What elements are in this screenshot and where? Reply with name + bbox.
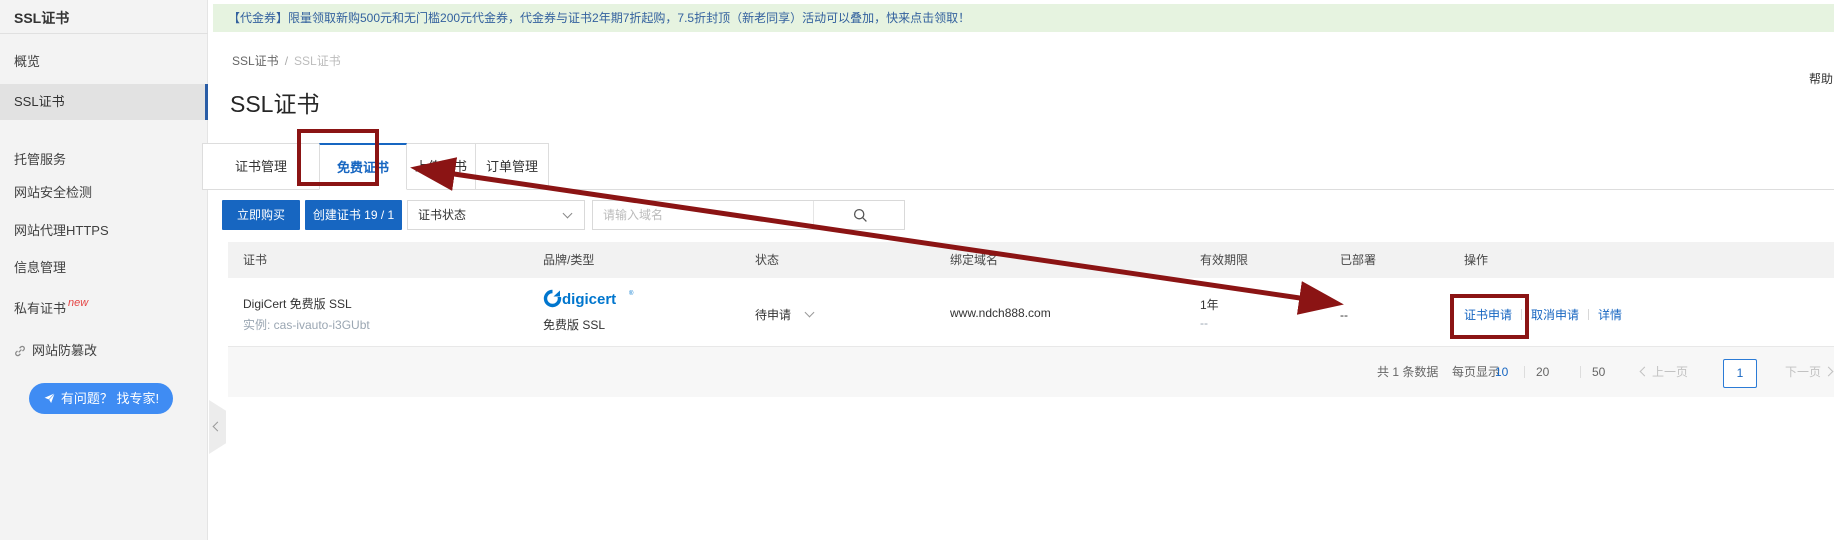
create-certificate-button[interactable]: 创建证书 19 / 1 (305, 200, 402, 230)
sidebar-item-proxy-https[interactable]: 网站代理HTTPS (0, 216, 208, 246)
sidebar-item-label: SSL证书 (14, 94, 65, 109)
col-bound-domain: 绑定域名 (950, 242, 998, 278)
row-actions: 证书申请 取消申请 详情 (1464, 306, 1622, 324)
search-button[interactable] (814, 201, 905, 229)
tab-cert-management[interactable]: 证书管理 (202, 143, 320, 190)
action-separator (1521, 309, 1522, 320)
validity-sub: -- (1200, 316, 1208, 330)
help-link[interactable]: 帮助 (1809, 70, 1833, 87)
sidebar-item-label: 网站防篡改 (32, 343, 97, 358)
new-badge: new (68, 297, 88, 309)
prev-page-label: 上一页 (1652, 365, 1688, 379)
status-value: 待申请 (755, 306, 791, 323)
apply-certificate-link[interactable]: 证书申请 (1464, 308, 1512, 322)
promo-banner[interactable]: 【代金券】限量领取新购500元和无门槛200元代金券，代金券与证书2年期7折起购… (213, 4, 1834, 32)
chevron-right-icon (1824, 367, 1834, 377)
svg-text:digicert: digicert (562, 291, 616, 308)
status-chevron-down-icon[interactable] (805, 308, 815, 318)
next-page-button[interactable]: 下一页 (1785, 347, 1832, 397)
digicert-logo: digicert ® (543, 288, 635, 314)
action-separator (1588, 309, 1589, 320)
svg-text:®: ® (629, 290, 634, 297)
certificate-name: DigiCert 免费版 SSL (243, 295, 352, 312)
page-size-10[interactable]: 10 (1495, 347, 1508, 397)
page-size-20[interactable]: 20 (1536, 347, 1549, 397)
pagination-bar: 共 1 条数据 每页显示 10 20 50 上一页 下一页 (228, 347, 1834, 397)
link-icon (14, 338, 26, 368)
sidebar-divider (0, 33, 208, 34)
certificate-instance-id: 实例: cas-ivauto-i3GUbt (243, 316, 370, 333)
cancel-application-link[interactable]: 取消申请 (1531, 308, 1579, 322)
chevron-left-icon (1640, 367, 1650, 377)
buy-now-button[interactable]: 立即购买 (222, 200, 300, 230)
sidebar-item-label: 概览 (14, 54, 40, 69)
table-header: 证书 品牌/类型 状态 绑定域名 有效期限 已部署 操作 (228, 242, 1834, 278)
selected-indicator-bar (205, 84, 208, 120)
page-title: SSL证书 (230, 85, 319, 119)
sidebar-item-label: 网站代理HTTPS (14, 223, 109, 238)
col-certificate: 证书 (243, 242, 267, 278)
tab-bar: 证书管理 免费证书 上传证书 订单管理 (202, 143, 549, 190)
per-page-label: 每页显示 (1452, 347, 1500, 397)
sidebar: SSL证书 概览 SSL证书 托管服务 网站安全检测 网站代理HTTPS 信息管… (0, 0, 208, 540)
sidebar-item-private-cert[interactable]: 私有证书new (0, 294, 208, 324)
tab-free-certificates[interactable]: 免费证书 (319, 143, 407, 190)
domain-search-input[interactable] (593, 201, 812, 229)
brand-type: 免费版 SSL (543, 316, 605, 333)
next-page-label: 下一页 (1785, 365, 1821, 379)
col-actions: 操作 (1464, 242, 1488, 278)
validity-value: 1年 (1200, 296, 1219, 313)
col-deployed: 已部署 (1340, 242, 1376, 278)
col-status: 状态 (755, 242, 779, 278)
promo-banner-text: 【代金券】限量领取新购500元和无门槛200元代金券，代金券与证书2年期7折起购… (228, 11, 970, 25)
table-row: DigiCert 免费版 SSL 实例: cas-ivauto-i3GUbt d… (228, 278, 1834, 347)
sidebar-item-label: 托管服务 (14, 152, 66, 167)
sidebar-item-label: 信息管理 (14, 260, 66, 275)
total-count: 共 1 条数据 (1377, 347, 1438, 397)
deployed-value: -- (1340, 308, 1348, 322)
page-size-separator (1580, 366, 1581, 378)
details-link[interactable]: 详情 (1598, 308, 1622, 322)
col-brand-type: 品牌/类型 (543, 242, 594, 278)
prev-page-button[interactable]: 上一页 (1641, 347, 1688, 397)
page-size-50[interactable]: 50 (1592, 347, 1605, 397)
current-page-button[interactable]: 1 (1723, 359, 1757, 388)
bound-domain: www.ndch888.com (950, 306, 1051, 320)
breadcrumb: SSL证书 / SSL证书 (232, 52, 341, 69)
chevron-left-icon (213, 422, 223, 432)
sidebar-collapse-button[interactable] (209, 400, 226, 454)
search-icon (853, 208, 868, 223)
col-validity: 有效期限 (1200, 242, 1248, 278)
ask-expert-label: 有问题？ 找专家! (61, 391, 159, 406)
sidebar-item-info-mgmt[interactable]: 信息管理 (0, 253, 208, 283)
certificate-status-filter[interactable]: 证书状态 (407, 200, 585, 230)
sidebar-item-label: 网站安全检测 (14, 185, 92, 200)
breadcrumb-current: SSL证书 (294, 54, 341, 68)
domain-search-box (592, 200, 905, 230)
sidebar-item-label: 私有证书 (14, 301, 66, 316)
sidebar-item-site-check[interactable]: 网站安全检测 (0, 178, 208, 208)
tab-order-management[interactable]: 订单管理 (475, 143, 549, 190)
sidebar-item-ssl-cert[interactable]: SSL证书 (0, 84, 208, 120)
paper-plane-icon (43, 392, 56, 405)
sidebar-item-overview[interactable]: 概览 (0, 47, 208, 77)
breadcrumb-root[interactable]: SSL证书 (232, 54, 279, 68)
tab-upload-certificate[interactable]: 上传证书 (406, 143, 476, 190)
breadcrumb-separator: / (285, 54, 288, 68)
ssl-console-page: SSL证书 概览 SSL证书 托管服务 网站安全检测 网站代理HTTPS 信息管… (0, 0, 1834, 540)
chevron-down-icon (563, 209, 573, 219)
ask-expert-button[interactable]: 有问题？ 找专家! (29, 383, 173, 414)
sidebar-item-hosting[interactable]: 托管服务 (0, 145, 208, 175)
status-filter-value: 证书状态 (418, 208, 466, 222)
sidebar-title: SSL证书 (14, 8, 69, 28)
page-size-separator (1524, 366, 1525, 378)
sidebar-item-anti-tamper[interactable]: 网站防篡改 (0, 336, 208, 366)
